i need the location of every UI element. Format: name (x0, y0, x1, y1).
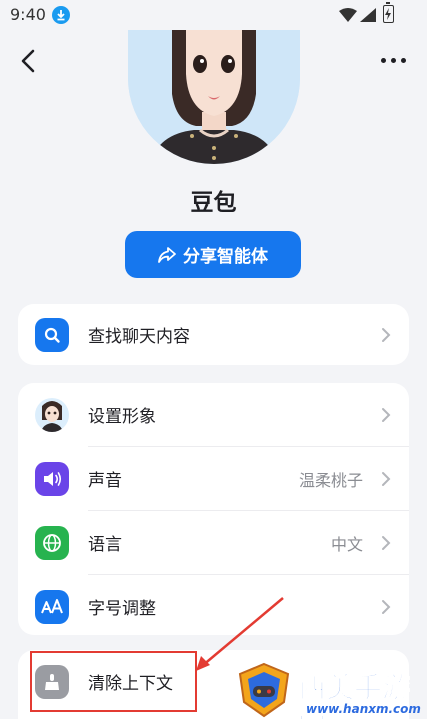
watermark-url: www.hanxm.com (306, 702, 421, 716)
watermark: 西美手游网 www.hanxm.com (236, 662, 426, 719)
watermark-logo-icon (238, 662, 290, 718)
annotation-arrow (196, 597, 284, 671)
